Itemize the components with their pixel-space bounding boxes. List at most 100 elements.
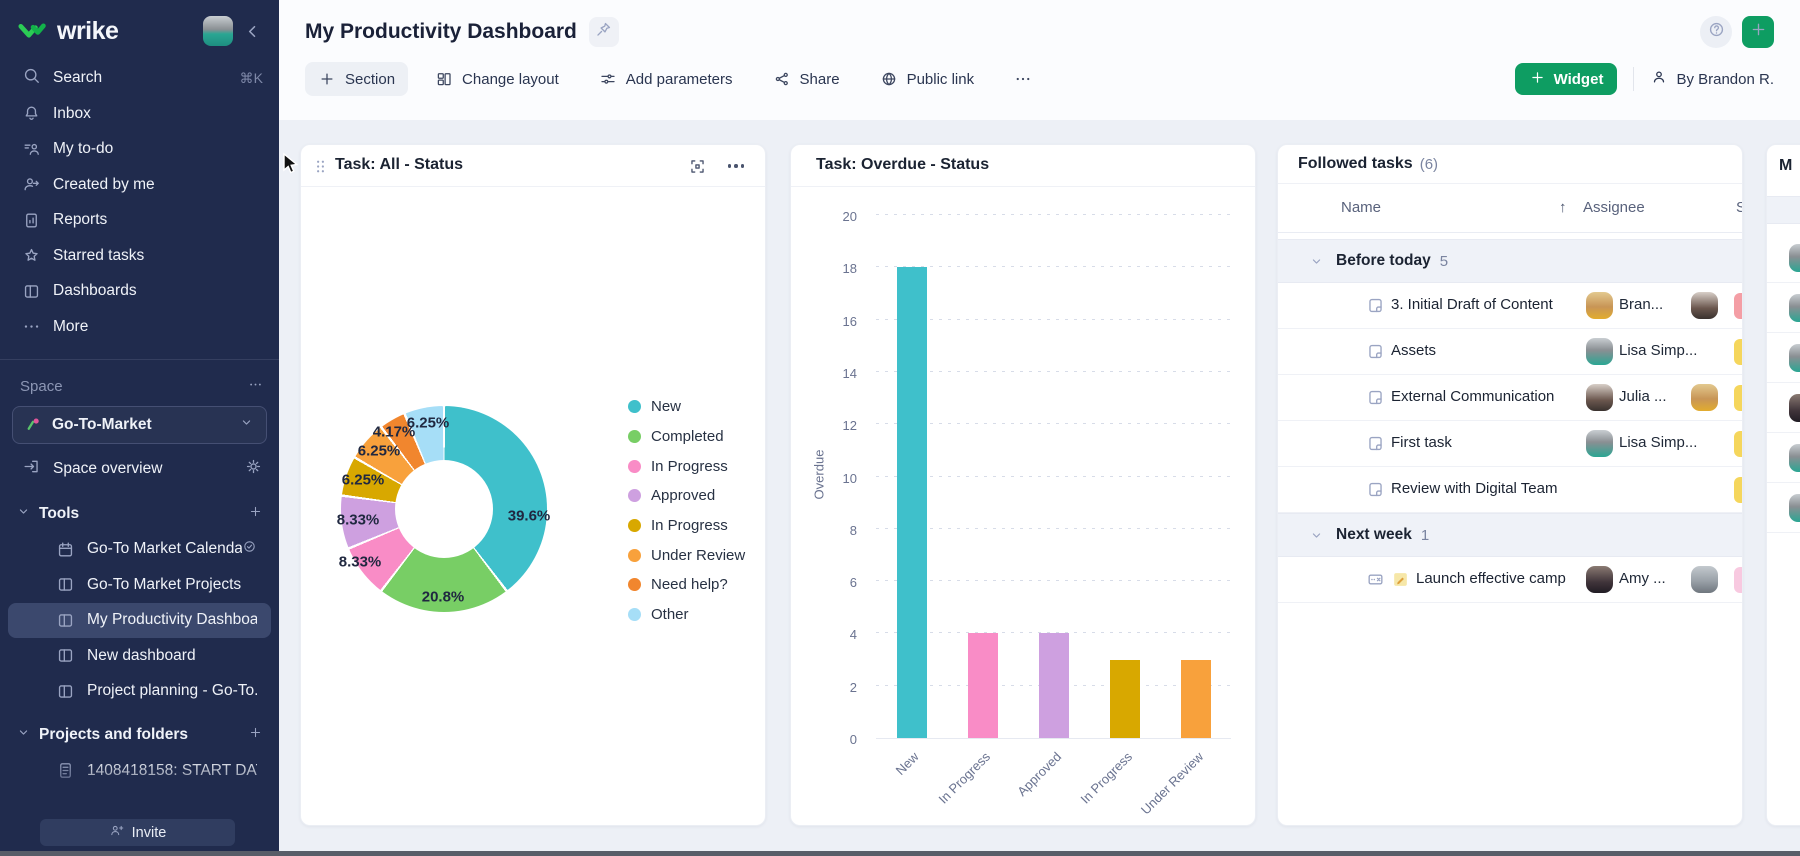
sidebar-item-space-overview[interactable]: Space overview xyxy=(0,450,279,488)
check-circle-icon xyxy=(242,539,257,554)
global-add-button[interactable] xyxy=(1742,16,1774,48)
partial-task-row[interactable] xyxy=(1767,483,1800,533)
sidebar-item-created-by-me[interactable]: Created by me xyxy=(0,167,279,203)
section-button[interactable]: Section xyxy=(305,62,408,96)
group-label: Before today xyxy=(1336,252,1431,270)
sort-ascending-icon[interactable]: ↑ xyxy=(1559,199,1567,216)
sidebar-item-my-to-do[interactable]: My to-do xyxy=(0,132,279,168)
column-name[interactable]: Name xyxy=(1341,199,1381,216)
assignee-avatar xyxy=(1586,292,1613,319)
sidebar-item-starred-tasks[interactable]: Starred tasks xyxy=(0,238,279,274)
y-tick-label: 0 xyxy=(850,732,857,747)
sidebar-item-new-dashboard[interactable]: New dashboard xyxy=(8,638,271,674)
invite-button[interactable]: Invite xyxy=(40,819,235,846)
task-name: Review with Digital Team xyxy=(1391,480,1557,497)
share-button[interactable]: Share xyxy=(760,62,853,96)
widget-title: Followed tasks xyxy=(1298,155,1413,173)
widget-title: Task: All - Status xyxy=(335,156,463,174)
partial-task-row[interactable] xyxy=(1767,333,1800,383)
task-name: Launch effective camp xyxy=(1416,570,1566,587)
invite-icon xyxy=(109,823,124,838)
column-assignee[interactable]: Assignee xyxy=(1583,199,1645,216)
add-widget-label: Widget xyxy=(1554,71,1604,88)
gear-icon[interactable] xyxy=(244,457,263,481)
status-chip xyxy=(1734,477,1743,503)
partial-task-row[interactable] xyxy=(1767,433,1800,483)
calendar-icon xyxy=(56,540,75,559)
legend-item-completed: Completed xyxy=(628,422,745,452)
add-project-icon[interactable] xyxy=(248,725,263,745)
task-row-assets[interactable]: AssetsLisa Simp... xyxy=(1278,329,1742,375)
partial-task-row[interactable] xyxy=(1767,233,1800,283)
shared-avatar xyxy=(1691,566,1718,593)
toolbar-button-label: Add parameters xyxy=(626,71,733,88)
public-link-button[interactable]: Public link xyxy=(867,62,988,96)
sidebar-item-go-to-market-calendar[interactable]: Go-To Market Calendar xyxy=(8,532,271,568)
user-avatar[interactable] xyxy=(203,16,233,46)
sidebar-item-label: More xyxy=(53,318,88,336)
plus-icon xyxy=(1529,69,1546,86)
sidebar-item-dashboards[interactable]: Dashboards xyxy=(0,274,279,310)
toolbar-more-button[interactable] xyxy=(1001,62,1045,96)
partial-task-row[interactable] xyxy=(1767,283,1800,333)
sidebar-item-label: My to-do xyxy=(53,140,113,158)
horizontal-scrollbar[interactable] xyxy=(0,851,1800,856)
sidebar-item-1408418158-start-dat[interactable]: 1408418158: START DAT... xyxy=(8,753,271,789)
assignee-avatar xyxy=(1789,494,1800,522)
space-selector[interactable]: Go-To-Market xyxy=(12,406,267,444)
sidebar-item-label: My Productivity Dashboard xyxy=(87,611,257,629)
task-row-review-with-digital-team[interactable]: Review with Digital Team xyxy=(1278,467,1742,513)
task-row-external-communication[interactable]: External CommunicationJulia ... xyxy=(1278,375,1742,421)
assignee-avatar xyxy=(1586,566,1613,593)
group-count: 5 xyxy=(1440,253,1448,270)
assignee-avatar xyxy=(1789,294,1800,322)
dots-icon xyxy=(22,317,41,336)
add-parameters-button[interactable]: Add parameters xyxy=(586,62,746,96)
task-row-3-initial-draft-of-content[interactable]: 3. Initial Draft of ContentBran... xyxy=(1278,283,1742,329)
task-row-first-task[interactable]: First taskLisa Simp... xyxy=(1278,421,1742,467)
sidebar-item-go-to-market-projects[interactable]: Go-To Market Projects xyxy=(8,567,271,603)
group-count: 1 xyxy=(1421,527,1429,544)
partial-task-row[interactable] xyxy=(1767,383,1800,433)
add-tool-icon[interactable] xyxy=(248,504,263,524)
column-status[interactable]: S xyxy=(1736,199,1743,216)
sidebar-item-my-productivity-dashboard[interactable]: My Productivity Dashboard xyxy=(8,603,271,639)
slice-value-label: 6.25% xyxy=(358,443,401,460)
group-header-next-week[interactable]: Next week1 xyxy=(1278,513,1742,557)
task-row-launch-effective-camp[interactable]: Launch effective campAmy ... xyxy=(1278,557,1742,603)
space-menu-icon[interactable] xyxy=(248,377,263,396)
sidebar-item-more[interactable]: More xyxy=(0,309,279,345)
tools-section-header[interactable]: Tools xyxy=(0,496,279,532)
search-input[interactable]: Search ⌘K xyxy=(0,60,279,96)
widget-title: Task: Overdue - Status xyxy=(816,156,989,174)
sidebar-item-reports[interactable]: Reports xyxy=(0,203,279,239)
sidebar-item-label: Reports xyxy=(53,211,107,229)
legend-item-in-progress: In Progress xyxy=(628,511,745,541)
assignee-name: Lisa Simp... xyxy=(1619,342,1697,359)
y-tick-label: 16 xyxy=(843,314,857,329)
help-button[interactable] xyxy=(1700,16,1732,48)
y-tick-label: 2 xyxy=(850,680,857,695)
expand-widget-icon[interactable] xyxy=(686,155,708,177)
sidebar: wrike Search ⌘K InboxMy to-doCreated by … xyxy=(0,0,279,856)
assignee-avatar xyxy=(1586,384,1613,411)
widget-partial: M xyxy=(1766,144,1800,826)
slice-value-label: 8.33% xyxy=(337,512,380,529)
projects-section-header[interactable]: Projects and folders xyxy=(0,717,279,753)
pin-dashboard-button[interactable] xyxy=(589,17,619,47)
page-title: My Productivity Dashboard xyxy=(305,20,577,44)
plus-icon xyxy=(1749,20,1768,39)
group-header-before-today[interactable]: Before today 5 xyxy=(1278,239,1742,283)
sliders-icon xyxy=(599,70,617,88)
assignee-avatar xyxy=(1586,430,1613,457)
legend-dot xyxy=(628,519,641,532)
widget-menu-icon[interactable] xyxy=(725,155,747,177)
drag-handle-icon[interactable] xyxy=(311,157,329,175)
collapse-sidebar-button[interactable] xyxy=(239,18,265,44)
sidebar-item-project-planning-go-to[interactable]: Project planning - Go-To... xyxy=(8,674,271,710)
y-tick-label: 6 xyxy=(850,575,857,590)
add-widget-button[interactable]: Widget xyxy=(1515,63,1618,95)
dashboard-icon xyxy=(56,611,75,630)
change-layout-button[interactable]: Change layout xyxy=(422,62,572,96)
sidebar-item-inbox[interactable]: Inbox xyxy=(0,96,279,132)
